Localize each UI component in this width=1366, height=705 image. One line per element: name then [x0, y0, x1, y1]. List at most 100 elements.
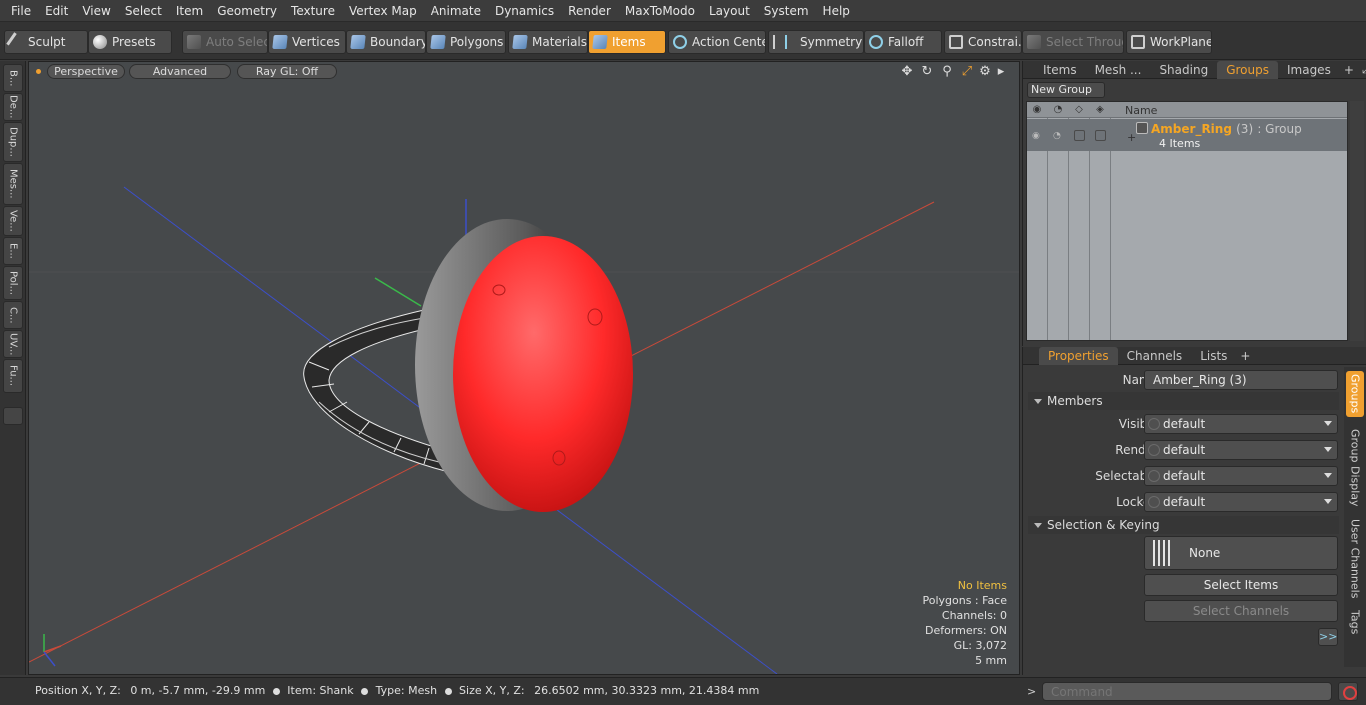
members-section-header[interactable]: Members — [1028, 392, 1339, 410]
row-eye-icon[interactable]: ◉ — [1032, 131, 1042, 141]
left-tab-vertex[interactable]: Ve... — [3, 206, 23, 236]
row-render-icon[interactable]: ◔ — [1053, 131, 1063, 141]
eye-icon[interactable]: ◉ — [1031, 104, 1043, 116]
command-input[interactable] — [1042, 682, 1332, 701]
menu-animate[interactable]: Animate — [424, 0, 488, 22]
symmetry-button[interactable]: Symmetry — [768, 30, 864, 54]
name-field[interactable]: Amber_Ring (3) — [1144, 370, 1338, 390]
selection-set-button[interactable]: None — [1144, 536, 1338, 570]
left-tab-curve[interactable]: C... — [3, 301, 23, 329]
menu-render[interactable]: Render — [561, 0, 618, 22]
menu-dynamics[interactable]: Dynamics — [488, 0, 561, 22]
menu-system[interactable]: System — [757, 0, 816, 22]
menu-edit[interactable]: Edit — [38, 0, 75, 22]
locked-dropdown[interactable]: default — [1144, 492, 1338, 512]
side-tab-tags[interactable]: Tags — [1346, 605, 1364, 639]
select-through-button[interactable]: Select Through — [1022, 30, 1124, 54]
left-tab-expand[interactable] — [3, 407, 23, 425]
maximize-icon[interactable]: ⤢ — [959, 64, 975, 80]
viewport-scene[interactable] — [29, 62, 1020, 675]
new-group-button[interactable]: New Group — [1027, 82, 1105, 98]
left-tab-duplicate[interactable]: Dup... — [3, 122, 23, 162]
left-tab-deform[interactable]: De... — [3, 93, 23, 121]
side-tab-groups[interactable]: Groups — [1346, 371, 1364, 417]
left-tab-uv[interactable]: UV... — [3, 330, 23, 358]
gear-icon[interactable]: ⚙ — [977, 64, 993, 80]
menu-file[interactable]: File — [4, 0, 38, 22]
select-items-button[interactable]: Select Items — [1144, 574, 1338, 596]
menu-select[interactable]: Select — [118, 0, 169, 22]
tab-groups[interactable]: Groups — [1217, 60, 1278, 79]
row-select-checkbox[interactable] — [1074, 130, 1085, 141]
row-lock-checkbox[interactable] — [1095, 130, 1106, 141]
view-mode-dropdown[interactable]: Perspective — [47, 64, 125, 79]
menu-item[interactable]: Item — [169, 0, 210, 22]
sculpt-button[interactable]: Sculpt — [4, 30, 88, 54]
menu-view[interactable]: View — [75, 0, 117, 22]
groups-scrollbar[interactable] — [1350, 101, 1364, 341]
chevron-down-icon — [1324, 473, 1332, 478]
cube-icon[interactable]: ◇ — [1073, 104, 1085, 116]
render-value: default — [1163, 443, 1206, 457]
raygl-toggle[interactable]: Ray GL: Off — [237, 64, 337, 79]
tab-items[interactable]: Items — [1023, 61, 1086, 79]
materials-button[interactable]: Materials — [508, 30, 588, 54]
group-row[interactable]: ◉ ◔ + Amber_Ring (3) : Group 4 Items — [1027, 119, 1347, 151]
menu-help[interactable]: Help — [816, 0, 857, 22]
zoom-icon[interactable]: ⚲ — [939, 64, 955, 80]
tab-mesh[interactable]: Mesh ... — [1086, 61, 1151, 79]
select-channels-button[interactable]: Select Channels — [1144, 600, 1338, 622]
left-tab-polygon[interactable]: Pol... — [3, 266, 23, 300]
selection-keying-section-header[interactable]: Selection & Keying — [1028, 516, 1339, 534]
auto-select-button[interactable]: Auto Select — [182, 30, 268, 54]
menu-geometry[interactable]: Geometry — [210, 0, 284, 22]
left-tab-mesh[interactable]: Mes... — [3, 163, 23, 205]
tab-shading[interactable]: Shading — [1150, 61, 1217, 79]
item-value: Shank — [319, 684, 354, 697]
render-dropdown[interactable]: default — [1144, 440, 1338, 460]
left-tab-fusion[interactable]: Fu... — [3, 359, 23, 393]
add-tab-icon[interactable]: + — [1236, 349, 1254, 363]
tab-properties[interactable]: Properties — [1039, 346, 1118, 365]
presets-button[interactable]: Presets — [88, 30, 172, 54]
left-tab-edge[interactable]: E... — [3, 237, 23, 265]
channel-knob-icon[interactable] — [1148, 444, 1160, 456]
menu-maxtomodo[interactable]: MaxToModo — [618, 0, 702, 22]
play-arrow-icon[interactable]: ▸ — [993, 64, 1009, 80]
tab-lists[interactable]: Lists — [1191, 347, 1236, 365]
left-tab-basic[interactable]: B... — [3, 64, 23, 92]
lock-icon[interactable]: ◈ — [1094, 104, 1106, 116]
group-name[interactable]: Amber_Ring (3) : Group — [1151, 122, 1302, 136]
items-button[interactable]: Items — [588, 30, 666, 54]
polygons-button[interactable]: Polygons — [426, 30, 506, 54]
3d-viewport[interactable]: Perspective Advanced Ray GL: Off ✥ ↻ ⚲ ⤢… — [28, 61, 1020, 675]
menu-layout[interactable]: Layout — [702, 0, 757, 22]
action-center-button[interactable]: Action Center — [668, 30, 766, 54]
constraints-button[interactable]: Constrai... — [944, 30, 1022, 54]
rotate-icon[interactable]: ↻ — [919, 64, 935, 80]
side-tab-user-channels[interactable]: User Channels — [1346, 517, 1364, 601]
boundary-button[interactable]: Boundary — [346, 30, 426, 54]
visible-dropdown[interactable]: default — [1144, 414, 1338, 434]
pan-icon[interactable]: ✥ — [899, 64, 915, 80]
tab-images[interactable]: Images — [1278, 61, 1340, 79]
expand-icon[interactable]: ⤢ — [1358, 62, 1366, 77]
render-icon[interactable]: ◔ — [1052, 104, 1064, 116]
channel-knob-icon[interactable] — [1148, 496, 1160, 508]
shading-mode-dropdown[interactable]: Advanced — [129, 64, 231, 79]
vertices-button[interactable]: Vertices 1 — [268, 30, 346, 54]
menu-texture[interactable]: Texture — [284, 0, 342, 22]
selectable-dropdown[interactable]: default — [1144, 466, 1338, 486]
name-column-header[interactable]: Name — [1125, 104, 1157, 117]
record-stop-icon[interactable] — [1338, 682, 1358, 701]
menu-vertex-map[interactable]: Vertex Map — [342, 0, 424, 22]
tab-channels[interactable]: Channels — [1118, 347, 1192, 365]
add-tab-icon[interactable]: + — [1340, 63, 1358, 77]
more-button[interactable]: >> — [1318, 628, 1338, 646]
channel-knob-icon[interactable] — [1148, 470, 1160, 482]
side-tab-group-display[interactable]: Group Display — [1346, 423, 1364, 513]
expand-group-icon[interactable]: + — [1127, 131, 1136, 144]
workplane-button[interactable]: WorkPlane — [1126, 30, 1212, 54]
channel-knob-icon[interactable] — [1148, 418, 1160, 430]
falloff-button[interactable]: Falloff — [864, 30, 942, 54]
